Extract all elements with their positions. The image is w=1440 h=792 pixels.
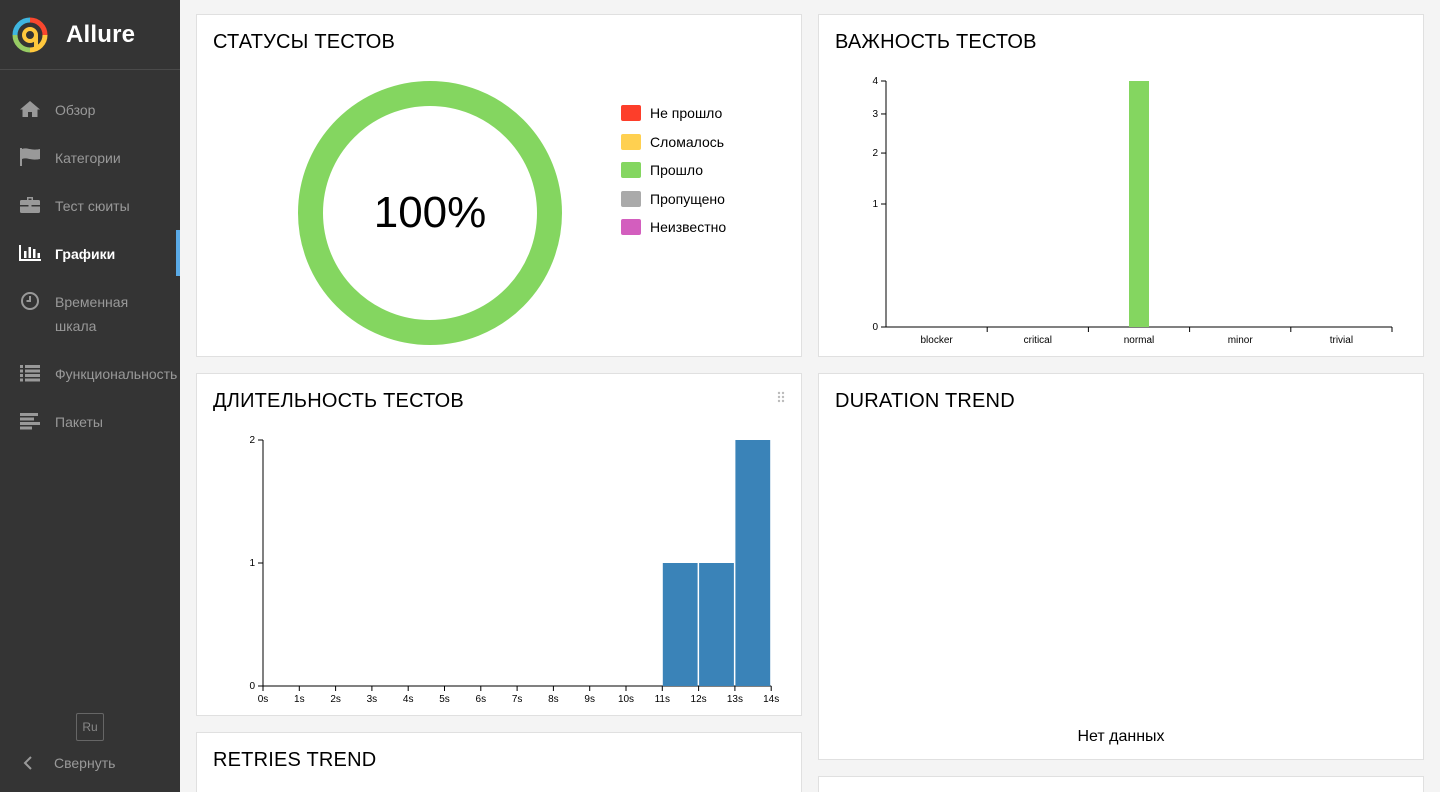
next-widget (818, 776, 1424, 792)
x-tick-label: 13s (727, 694, 743, 705)
x-tick-label: 7s (512, 694, 523, 705)
y-tick-label: 4 (872, 76, 878, 87)
legend-item[interactable]: Прошло (621, 156, 726, 185)
x-tick-label: 12s (691, 694, 707, 705)
duration-trend-widget: DURATION TREND Нет данных (818, 373, 1424, 760)
no-data-message: Нет данных (1077, 728, 1165, 745)
duration-bar (735, 440, 771, 686)
y-tick-label: 0 (872, 322, 878, 333)
severity-widget: ВАЖНОСТЬ ТЕСТОВ 0 1 2 3 4 blocker critical norm… (818, 14, 1424, 357)
sidebar-item-label: Пакеты (55, 414, 103, 430)
legend-label: Сломалось (650, 133, 725, 150)
sidebar-item-suites[interactable]: Тест сюиты (0, 182, 180, 230)
legend-swatch (621, 190, 641, 207)
x-tick-label: 8s (548, 694, 559, 705)
sidebar-item-label: Тест сюиты (55, 198, 130, 214)
x-tick-label: normal (1124, 335, 1155, 346)
x-tick-label: critical (1024, 335, 1052, 346)
x-tick-label: 1s (294, 694, 305, 705)
y-tick-label: 3 (872, 109, 878, 120)
flag-icon (18, 146, 42, 168)
bar-chart-icon (18, 242, 42, 264)
collapse-button[interactable]: Свернуть (18, 752, 115, 774)
y-tick-label: 2 (249, 435, 255, 446)
duration-widget: ДЛИТЕЛЬНОСТЬ ТЕСТОВ 0 1 2 0s 1s 2s 3s 4s 5s 6s 7s 8… (196, 373, 802, 716)
severity-bar (1129, 81, 1149, 327)
duration-chart: 0 1 2 0s 1s 2s 3s 4s 5s 6s 7s 8s 9s 10s 11s 12s 13s 14s (249, 435, 779, 705)
sidebar-item-behaviors[interactable]: Функциональность (0, 350, 180, 398)
sidebar-item-packages[interactable]: Пакеты (0, 398, 180, 446)
legend-label: Не прошло (650, 105, 723, 122)
chevron-left-icon (18, 752, 38, 774)
status-widget: СТАТУСЫ ТЕСТОВ 100% Не прошло Сломалось … (196, 14, 802, 357)
y-tick-label: 0 (249, 681, 255, 692)
x-tick-label: blocker (920, 335, 953, 346)
sidebar-item-label: Обзор (55, 102, 96, 118)
x-tick-label: 9s (584, 694, 595, 705)
sidebar-item-overview[interactable]: Обзор (0, 86, 180, 134)
x-tick-label: 11s (655, 694, 670, 705)
sidebar-item-label: Функциональность (55, 366, 178, 382)
legend-item[interactable]: Пропущено (621, 185, 726, 214)
align-left-icon (18, 410, 42, 432)
sidebar-item-categories[interactable]: Категории (0, 134, 180, 182)
x-tick-label: 2s (330, 694, 341, 705)
x-tick-label: minor (1228, 335, 1254, 346)
sidebar-item-label: Категории (55, 150, 121, 166)
widget-title: RETRIES TREND (213, 749, 377, 771)
x-tick-label: 4s (403, 694, 414, 705)
status-legend: Не прошло Сломалось Прошло Пропущено Неи… (621, 99, 726, 242)
legend-swatch (621, 133, 641, 150)
x-tick-label: 14s (763, 694, 779, 705)
x-tick-label: 0s (258, 694, 269, 705)
sidebar-item-graphs[interactable]: Графики (0, 230, 180, 278)
x-tick-label: 5s (439, 694, 450, 705)
sidebar-item-label: Графики (55, 246, 116, 262)
legend-swatch (621, 219, 641, 236)
collapse-label: Свернуть (54, 755, 116, 771)
severity-chart: 0 1 2 3 4 blocker critical normal minor trivial (872, 76, 1393, 346)
x-tick-label: 3s (367, 694, 378, 705)
legend-swatch (621, 105, 641, 122)
legend-label: Неизвестно (650, 219, 727, 236)
brand[interactable]: Allure (0, 0, 180, 70)
status-percent: 100% (373, 188, 487, 237)
sidebar: Allure Обзор Категории Тест сюиты График… (0, 0, 180, 792)
x-tick-label: 6s (476, 694, 487, 705)
legend-item[interactable]: Неизвестно (621, 213, 726, 242)
home-icon (18, 98, 42, 120)
clock-icon (18, 290, 42, 312)
x-tick-label: 10s (618, 694, 634, 705)
duration-bar (699, 563, 734, 686)
sidebar-item-label: Временная шкала (55, 294, 129, 334)
legend-label: Прошло (650, 162, 703, 179)
legend-swatch (621, 162, 641, 179)
legend-item[interactable]: Сломалось (621, 128, 726, 157)
language-switch[interactable]: Ru (76, 713, 104, 741)
widget-title: СТАТУСЫ ТЕСТОВ (213, 31, 396, 53)
y-tick-label: 2 (872, 148, 878, 159)
app-name: Allure (66, 20, 136, 48)
retries-trend-widget: RETRIES TREND (196, 732, 802, 792)
briefcase-icon (18, 194, 42, 216)
sidebar-item-timeline[interactable]: Временная шкала (0, 278, 180, 350)
duration-bar (662, 563, 698, 686)
x-tick-label: trivial (1330, 335, 1353, 346)
list-icon (18, 362, 42, 384)
legend-item[interactable]: Не прошло (621, 99, 726, 128)
legend-label: Пропущено (650, 190, 725, 207)
y-tick-label: 1 (872, 199, 878, 210)
allure-logo-icon (12, 17, 48, 52)
sidebar-nav: Обзор Категории Тест сюиты Графики Време… (0, 86, 180, 446)
y-tick-label: 1 (249, 558, 255, 569)
widget-title: DURATION TREND (835, 390, 1015, 412)
